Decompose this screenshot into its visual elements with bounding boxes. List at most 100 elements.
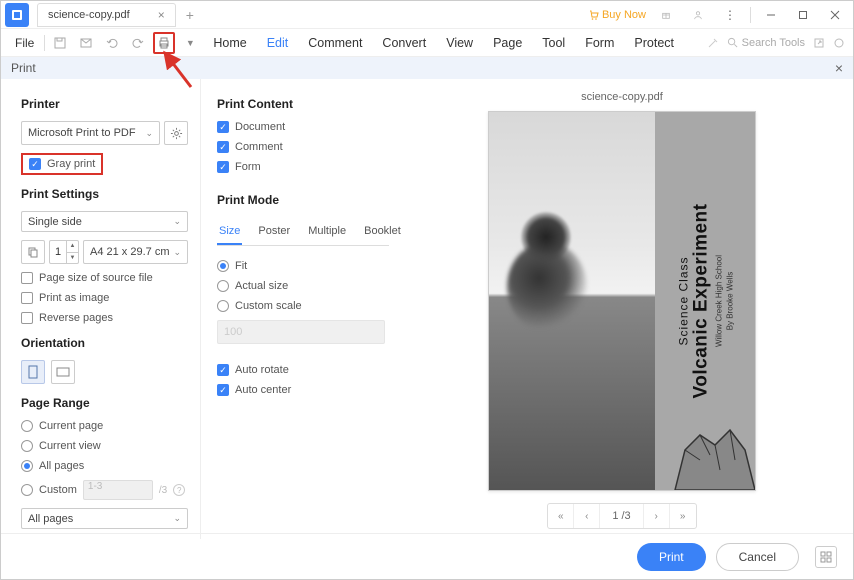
- print-header-title: Print: [11, 61, 36, 75]
- preview-title-strip: Science Class Volcanic Experiment Willow…: [655, 112, 755, 490]
- next-page-button[interactable]: ›: [644, 504, 670, 528]
- menu-edit[interactable]: Edit: [259, 32, 297, 54]
- current-page-radio[interactable]: Current page: [21, 420, 188, 432]
- buy-now-link[interactable]: Buy Now: [588, 9, 646, 21]
- menubar: File ▼ Home Edit Comment Convert View Pa…: [1, 29, 853, 57]
- custom-range-input[interactable]: 1-3: [83, 480, 153, 500]
- custom-range-radio[interactable]: Custom 1-3 /3 ?: [21, 480, 188, 500]
- menu-form[interactable]: Form: [577, 32, 622, 54]
- auto-center-option[interactable]: ✓Auto center: [217, 384, 389, 396]
- preview-page: Science Class Volcanic Experiment Willow…: [488, 111, 756, 491]
- print-content-title: Print Content: [217, 97, 389, 111]
- menu-protect[interactable]: Protect: [626, 32, 682, 54]
- page-indicator: 1 /3: [600, 504, 643, 528]
- tab-poster[interactable]: Poster: [256, 221, 292, 245]
- copies-spinner[interactable]: 1 ▲▼: [49, 240, 79, 264]
- menu-file[interactable]: File: [9, 32, 40, 54]
- print-dialog-header: Print ×: [1, 57, 853, 79]
- menu-convert[interactable]: Convert: [374, 32, 434, 54]
- minimize-button[interactable]: [759, 3, 783, 27]
- rock-illustration: [665, 400, 755, 490]
- titlebar: science-copy.pdf × + Buy Now ⋮: [1, 1, 853, 29]
- gray-print-checkbox[interactable]: ✓: [29, 158, 41, 170]
- dialog-footer: Print Cancel: [1, 533, 853, 579]
- cancel-button[interactable]: Cancel: [716, 543, 799, 571]
- custom-scale-radio[interactable]: Custom scale: [217, 300, 389, 312]
- print-as-image-option[interactable]: Print as image: [21, 292, 188, 304]
- landscape-button[interactable]: [51, 360, 75, 384]
- menu-comment[interactable]: Comment: [300, 32, 370, 54]
- current-view-radio[interactable]: Current view: [21, 440, 188, 452]
- mail-icon[interactable]: [75, 32, 97, 54]
- redo-icon[interactable]: [127, 32, 149, 54]
- print-dialog-body: Printer Microsoft Print to PDF ⌄ ✓ Gray …: [1, 79, 853, 539]
- printer-section-title: Printer: [21, 97, 188, 111]
- search-tools[interactable]: Search Tools: [727, 37, 805, 49]
- printer-properties-button[interactable]: [164, 121, 188, 145]
- page-subset-select[interactable]: All pages ⌄: [21, 508, 188, 529]
- gear-icon: [170, 127, 183, 140]
- printer-select[interactable]: Microsoft Print to PDF ⌄: [21, 121, 160, 145]
- grid-view-icon[interactable]: [815, 546, 837, 568]
- tab-title: science-copy.pdf: [48, 9, 130, 21]
- last-page-button[interactable]: »: [670, 504, 696, 528]
- fit-radio[interactable]: Fit: [217, 260, 389, 272]
- wand-icon[interactable]: [707, 37, 719, 49]
- chevron-down-icon: ⌄: [173, 247, 181, 258]
- close-window-button[interactable]: [823, 3, 847, 27]
- expand-icon[interactable]: [833, 37, 845, 49]
- print-form-option[interactable]: ✓Form: [217, 161, 389, 173]
- prev-page-button[interactable]: ‹: [574, 504, 600, 528]
- share-icon[interactable]: [813, 37, 825, 49]
- preview-photo: [489, 112, 655, 490]
- maximize-button[interactable]: [791, 3, 815, 27]
- page-size-source-option[interactable]: Page size of source file: [21, 272, 188, 284]
- print-icon[interactable]: [153, 32, 175, 54]
- print-document-option[interactable]: ✓Document: [217, 121, 389, 133]
- gray-print-option[interactable]: ✓ Gray print: [21, 153, 103, 175]
- help-icon[interactable]: ?: [173, 484, 185, 496]
- save-icon[interactable]: [49, 32, 71, 54]
- print-settings-title: Print Settings: [21, 187, 188, 201]
- search-icon: [727, 37, 738, 48]
- actual-size-radio[interactable]: Actual size: [217, 280, 389, 292]
- tab-booklet[interactable]: Booklet: [362, 221, 403, 245]
- tab-multiple[interactable]: Multiple: [306, 221, 348, 245]
- copies-icon: [21, 240, 45, 264]
- more-icon[interactable]: ⋮: [718, 3, 742, 27]
- first-page-button[interactable]: «: [548, 504, 574, 528]
- print-comment-option[interactable]: ✓Comment: [217, 141, 389, 153]
- reverse-pages-option[interactable]: Reverse pages: [21, 312, 188, 324]
- paper-size-select[interactable]: A4 21 x 29.7 cm ⌄: [83, 240, 188, 264]
- sides-select[interactable]: Single side ⌄: [21, 211, 188, 232]
- menu-home[interactable]: Home: [205, 32, 254, 54]
- chevron-down-icon: ⌄: [173, 216, 181, 227]
- dropdown-icon[interactable]: ▼: [179, 32, 201, 54]
- chevron-down-icon: ⌄: [173, 513, 181, 524]
- preview-panel: science-copy.pdf Science Class Volcanic …: [401, 79, 853, 539]
- print-button[interactable]: Print: [637, 543, 706, 571]
- print-content-panel: Print Content ✓Document ✓Comment ✓Form P…: [201, 79, 401, 539]
- auto-rotate-option[interactable]: ✓Auto rotate: [217, 364, 389, 376]
- spinner-down[interactable]: ▼: [67, 253, 78, 264]
- menu-view[interactable]: View: [438, 32, 481, 54]
- tab-size[interactable]: Size: [217, 221, 242, 245]
- tab-close-icon[interactable]: ×: [158, 8, 165, 22]
- all-pages-radio[interactable]: All pages: [21, 460, 188, 472]
- spinner-up[interactable]: ▲: [67, 241, 78, 253]
- menu-tool[interactable]: Tool: [534, 32, 573, 54]
- print-mode-title: Print Mode: [217, 193, 389, 207]
- gift-icon[interactable]: [654, 3, 678, 27]
- close-dialog-button[interactable]: ×: [835, 60, 843, 76]
- print-mode-tabs: Size Poster Multiple Booklet: [217, 221, 389, 246]
- user-icon[interactable]: [686, 3, 710, 27]
- undo-icon[interactable]: [101, 32, 123, 54]
- menu-page[interactable]: Page: [485, 32, 530, 54]
- scale-input[interactable]: 100: [217, 320, 385, 344]
- new-tab-button[interactable]: +: [186, 7, 194, 23]
- portrait-button[interactable]: [21, 360, 45, 384]
- chevron-down-icon: ⌄: [145, 128, 153, 139]
- preview-pager: « ‹ 1 /3 › »: [547, 503, 696, 529]
- app-icon: [5, 3, 29, 27]
- document-tab[interactable]: science-copy.pdf ×: [37, 3, 176, 27]
